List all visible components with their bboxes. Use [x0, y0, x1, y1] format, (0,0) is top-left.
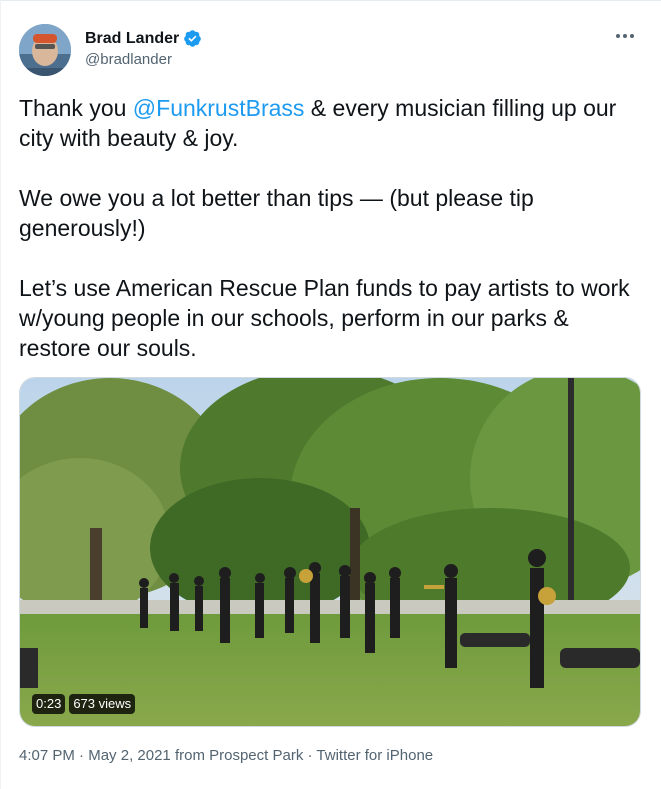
tweet-paragraph-3: Let’s use American Rescue Plan funds to … — [19, 275, 630, 361]
meta-from: from — [170, 747, 210, 764]
tweet-time[interactable]: 4:07 PM — [19, 747, 75, 764]
tweet-source[interactable]: Twitter for iPhone — [316, 747, 433, 764]
avatar[interactable] — [19, 24, 71, 76]
video-player[interactable]: 0:23 673 views — [19, 377, 641, 727]
tweet-card: Brad Lander @bradlander Thank you @Funkr… — [0, 0, 661, 789]
tweet-paragraph-1: Thank you @FunkrustBrass & every musicia… — [19, 93, 639, 153]
tweet-text-part: Thank you — [19, 95, 133, 121]
tweet-place[interactable]: Prospect Park — [209, 747, 303, 764]
display-name[interactable]: Brad Lander — [85, 30, 179, 48]
tweet-paragraph-2: We owe you a lot better than tips — (but… — [19, 185, 534, 241]
tweet-meta: 4:07 PM · May 2, 2021 from Prospect Park… — [19, 747, 433, 764]
video-views: 673 views — [69, 694, 136, 714]
user-handle[interactable]: @bradlander — [85, 51, 172, 68]
verified-badge-icon — [183, 29, 202, 48]
more-dots-icon[interactable] — [611, 24, 639, 48]
meta-separator: · — [74, 747, 89, 764]
video-thumbnail — [20, 378, 640, 726]
tweet-text: Thank you @FunkrustBrass & every musicia… — [19, 93, 639, 363]
meta-separator: · — [303, 747, 317, 764]
tweet-date[interactable]: May 2, 2021 — [88, 747, 171, 764]
video-duration: 0:23 — [32, 694, 66, 714]
name-row: Brad Lander — [85, 29, 202, 48]
video-badges: 0:23 673 views — [32, 694, 136, 714]
mention-link[interactable]: @FunkrustBrass — [133, 95, 305, 121]
